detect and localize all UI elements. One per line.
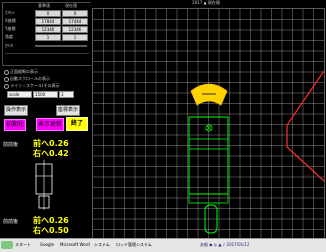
taskbar-item-google[interactable]: Google xyxy=(40,241,54,249)
param-y-current[interactable]: 12346 xyxy=(62,26,88,33)
param-offset-current[interactable]: 0 xyxy=(62,10,88,17)
option-label: ライン・スケール(その表示 xyxy=(10,83,60,88)
step-field[interactable]: 3 xyxy=(59,91,74,98)
end-button[interactable]: 終了 xyxy=(66,117,88,131)
param-x-current[interactable]: 17444 xyxy=(62,18,88,25)
param-y-base[interactable]: 12346 xyxy=(35,26,61,33)
option-line-scale[interactable]: ライン・スケール(その表示 xyxy=(4,83,60,89)
param-x-base[interactable]: 17844 xyxy=(35,18,61,25)
option-auto-scroll[interactable]: 自動スクロールの表示 xyxy=(4,76,50,82)
start-button[interactable] xyxy=(1,241,13,249)
taskbar-item-word[interactable]: Microsoft Word xyxy=(60,241,90,249)
radio-icon xyxy=(4,83,9,89)
rear-section-label: 前前後 xyxy=(3,219,19,225)
param-angle-base[interactable]: 1 xyxy=(35,34,61,41)
front-section-label: 前前後 xyxy=(3,142,19,148)
map-canvas[interactable] xyxy=(92,8,325,239)
option-label: 正面縦断の表示 xyxy=(10,69,38,74)
counter-bar xyxy=(35,45,87,47)
front-instruction-forward: 前へ0.26 xyxy=(33,139,69,148)
front-instruction-right: 右へ0.42 xyxy=(33,149,69,158)
param-label-x: X座標 xyxy=(5,18,16,23)
taskbar-item-start[interactable]: スタート xyxy=(15,241,31,249)
canvas-title: 2017 ▲ 現在値 xyxy=(192,0,220,5)
param-label-angle: 角度 xyxy=(5,34,13,39)
param-label-offset: ｵﾌｾｯﾄ xyxy=(5,10,15,15)
parameter-box: 基準値 現在値 ｵﾌｾｯﾄ 0 0 X座標 17844 17444 Y座標 12… xyxy=(2,2,91,66)
operation-display-button[interactable]: 操作表示 xyxy=(4,105,28,116)
grid-lines xyxy=(93,9,324,238)
system-tray: あ般 ◆ ◎ ▲ ♪ 2017/01/12 xyxy=(200,242,250,247)
radio-icon xyxy=(4,69,9,75)
taskbar: スタート Google Microsoft Word システム ロッド管理システ… xyxy=(0,238,326,252)
rear-instruction-forward: 前へ0.26 xyxy=(33,216,69,225)
scale-field[interactable]: scale xyxy=(7,91,32,98)
header-base-value: 基準値 xyxy=(38,3,50,8)
rear-instruction-right: 右へ0.50 xyxy=(33,226,69,235)
radio-icon xyxy=(4,76,9,82)
taskbar-item-system[interactable]: システム xyxy=(94,241,110,249)
param-label-y: Y座標 xyxy=(5,26,16,31)
param-angle-current[interactable]: 1 xyxy=(62,34,88,41)
value-field[interactable]: 1500 xyxy=(33,91,58,98)
control-panel: 基準値 現在値 ｵﾌｾｯﾄ 0 0 X座標 17844 17444 Y座標 12… xyxy=(0,0,91,238)
option-front-view[interactable]: 正面縦断の表示 xyxy=(4,69,38,75)
divider xyxy=(5,53,89,54)
coordinate-display-button[interactable]: 座標表示 xyxy=(56,105,80,116)
target-arc xyxy=(190,83,228,106)
option-label: 自動スクロールの表示 xyxy=(10,76,50,81)
vehicle-mini-diagram xyxy=(35,160,53,210)
taskbar-item-rod-system[interactable]: ロッド管理システム xyxy=(116,241,152,249)
param-label-counter: ｶｳﾝﾀ xyxy=(5,43,13,48)
header-current-value: 現在値 xyxy=(65,3,77,8)
refresh-display-button[interactable]: 表示更新 xyxy=(36,118,64,131)
param-offset-base[interactable]: 0 xyxy=(35,10,61,17)
initialize-button[interactable]: 初期化 xyxy=(4,119,26,131)
map-svg xyxy=(93,9,325,238)
